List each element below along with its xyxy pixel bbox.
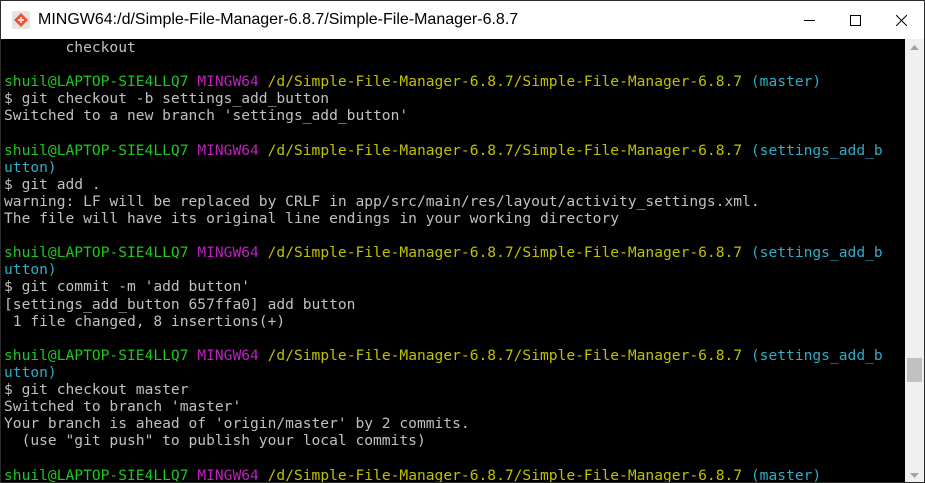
terminal-text-segment: Your branch is ahead of 'origin/master' … xyxy=(4,415,470,433)
terminal-line: $ git add . xyxy=(4,176,101,193)
terminal-text-segment: (settings_add_b xyxy=(750,244,883,262)
chevron-down-icon xyxy=(910,473,919,478)
close-button[interactable] xyxy=(878,1,924,39)
terminal-text-segment: shuil@LAPTOP-SIE4LLQ7 xyxy=(4,466,189,483)
terminal-text-segment: /d/Simple-File-Manager-6.8.7/Simple-File… xyxy=(267,244,743,262)
git-bash-icon xyxy=(12,11,30,29)
terminal-line: shuil@LAPTOP-SIE4LLQ7 MINGW64 /d/Simple-… xyxy=(4,347,883,364)
terminal-text-segment: (settings_add_b xyxy=(750,346,883,364)
window-controls xyxy=(786,1,924,39)
terminal-line: shuil@LAPTOP-SIE4LLQ7 MINGW64 /d/Simple-… xyxy=(4,73,821,90)
close-icon xyxy=(895,14,907,26)
terminal-line: utton) xyxy=(4,261,57,278)
terminal-text-segment: /d/Simple-File-Manager-6.8.7/Simple-File… xyxy=(267,73,743,91)
terminal-text-segment: Switched to branch 'master' xyxy=(4,398,242,416)
scrollbar-thumb[interactable] xyxy=(907,357,922,382)
terminal-text-segment: checkout xyxy=(4,39,136,56)
terminal-text-segment: shuil@LAPTOP-SIE4LLQ7 xyxy=(4,141,189,159)
terminal-text-segment: The file will have its original line end… xyxy=(4,210,620,227)
terminal-text-segment: Switched to a new branch 'settings_add_b… xyxy=(4,107,409,125)
terminal-text-segment: utton) xyxy=(4,158,57,176)
terminal-line: shuil@LAPTOP-SIE4LLQ7 MINGW64 /d/Simple-… xyxy=(4,467,821,483)
terminal-text-segment: shuil@LAPTOP-SIE4LLQ7 xyxy=(4,244,189,262)
terminal-text-segment: MINGW64 xyxy=(197,244,259,262)
terminal-text-segment: shuil@LAPTOP-SIE4LLQ7 xyxy=(4,73,189,91)
terminal-line: $ git commit -m 'add button' xyxy=(4,278,250,295)
terminal-line: utton) xyxy=(4,364,57,381)
terminal-text-segment: $ git checkout master xyxy=(4,381,189,398)
terminal-text-segment: $ git checkout -b settings_add_button xyxy=(4,90,330,108)
terminal-text-segment: utton) xyxy=(4,363,57,381)
terminal-text-segment: (master) xyxy=(750,466,822,483)
terminal-output[interactable]: checkout shuil@LAPTOP-SIE4LLQ7 MINGW64 /d… xyxy=(1,39,905,483)
terminal-line: shuil@LAPTOP-SIE4LLQ7 MINGW64 /d/Simple-… xyxy=(4,142,883,159)
terminal-text-segment: /d/Simple-File-Manager-6.8.7/Simple-File… xyxy=(267,141,743,159)
terminal-text-segment: /d/Simple-File-Manager-6.8.7/Simple-File… xyxy=(267,346,743,364)
terminal-window: MINGW64:/d/Simple-File-Manager-6.8.7/Sim… xyxy=(0,0,925,483)
chevron-up-icon xyxy=(910,45,919,50)
terminal-line: utton) xyxy=(4,159,57,176)
minimize-button[interactable] xyxy=(786,1,832,39)
terminal-line: (use "git push" to publish your local co… xyxy=(4,432,426,449)
terminal-text-segment: (settings_add_b xyxy=(750,141,883,159)
terminal-text-segment: warning: LF will be replaced by CRLF in … xyxy=(4,192,760,210)
window-title: MINGW64:/d/Simple-File-Manager-6.8.7/Sim… xyxy=(38,11,519,28)
terminal-line: Your branch is ahead of 'origin/master' … xyxy=(4,415,470,432)
terminal-text-segment: $ git add . xyxy=(4,175,101,193)
terminal-line: shuil@LAPTOP-SIE4LLQ7 MINGW64 /d/Simple-… xyxy=(4,244,883,261)
title-bar[interactable]: MINGW64:/d/Simple-File-Manager-6.8.7/Sim… xyxy=(1,1,924,39)
scroll-down-arrow[interactable] xyxy=(905,467,924,482)
terminal-line: checkout xyxy=(4,39,136,56)
terminal-line: The file will have its original line end… xyxy=(4,210,619,227)
terminal-text-segment: MINGW64 xyxy=(197,466,259,483)
maximize-button[interactable] xyxy=(832,1,878,39)
terminal-line: Switched to a new branch 'settings_add_b… xyxy=(4,107,408,124)
maximize-icon xyxy=(849,14,861,26)
terminal-text-segment: MINGW64 xyxy=(197,346,259,364)
minimize-icon xyxy=(803,19,815,21)
terminal-text-segment: (use "git push" to publish your local co… xyxy=(4,432,426,450)
terminal-text-segment: 1 file changed, 8 insertions(+) xyxy=(4,312,286,330)
terminal-line: 1 file changed, 8 insertions(+) xyxy=(4,313,285,330)
terminal-text-segment: $ git commit -m 'add button' xyxy=(4,278,251,296)
terminal-text-segment: /d/Simple-File-Manager-6.8.7/Simple-File… xyxy=(267,466,743,483)
terminal-text-segment: [settings_add_button 657ffa0] add button xyxy=(4,295,356,313)
terminal-line: [settings_add_button 657ffa0] add button xyxy=(4,296,355,313)
terminal-text-segment: MINGW64 xyxy=(197,73,259,91)
terminal-line: Switched to branch 'master' xyxy=(4,398,241,415)
terminal-line: $ git checkout -b settings_add_button xyxy=(4,90,329,107)
terminal-text-segment: utton) xyxy=(4,261,57,279)
terminal-text-segment: MINGW64 xyxy=(197,141,259,159)
terminal-text-segment: shuil@LAPTOP-SIE4LLQ7 xyxy=(4,346,189,364)
terminal-line: $ git checkout master xyxy=(4,381,189,398)
scroll-up-arrow[interactable] xyxy=(905,39,924,56)
vertical-scrollbar[interactable] xyxy=(905,39,924,482)
terminal-text-segment: (master) xyxy=(750,73,822,91)
terminal-line: warning: LF will be replaced by CRLF in … xyxy=(4,193,760,210)
